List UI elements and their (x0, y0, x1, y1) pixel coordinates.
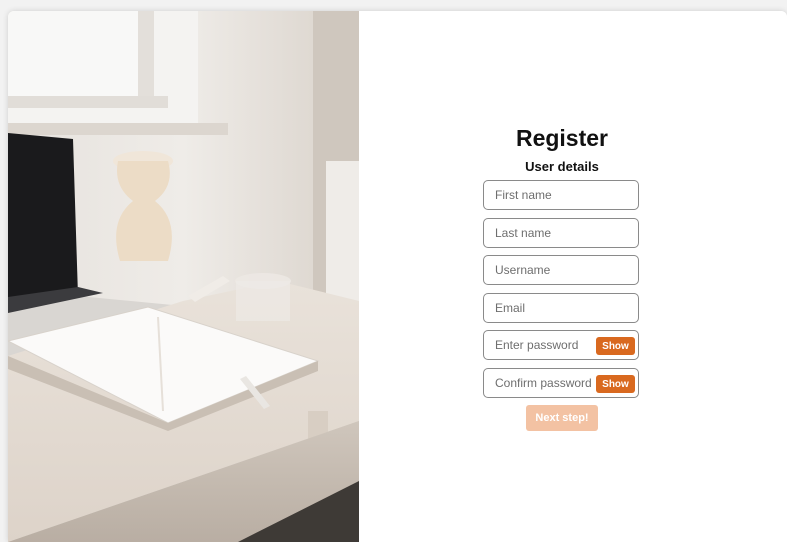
last-name-input[interactable] (484, 219, 638, 247)
username-input[interactable] (484, 256, 638, 284)
register-card: Register User details Show Show Next ste… (8, 11, 787, 542)
email-field (483, 293, 639, 323)
next-step-button[interactable]: Next step! (526, 405, 598, 431)
password-field: Show (483, 330, 639, 360)
section-subtitle: User details (525, 159, 599, 174)
desk-photo-image (8, 11, 359, 542)
email-input[interactable] (484, 294, 638, 322)
password-input[interactable] (484, 331, 594, 359)
first-name-field (483, 180, 639, 210)
page-title: Register (515, 125, 609, 151)
first-name-input[interactable] (484, 181, 638, 209)
username-field (483, 255, 639, 285)
confirm-password-field: Show (483, 368, 639, 398)
register-form: Register User details Show Show Next ste… (359, 11, 787, 542)
last-name-field (483, 218, 639, 248)
confirm-password-input[interactable] (484, 369, 594, 397)
show-password-button[interactable]: Show (596, 337, 635, 355)
show-confirm-password-button[interactable]: Show (596, 375, 635, 393)
